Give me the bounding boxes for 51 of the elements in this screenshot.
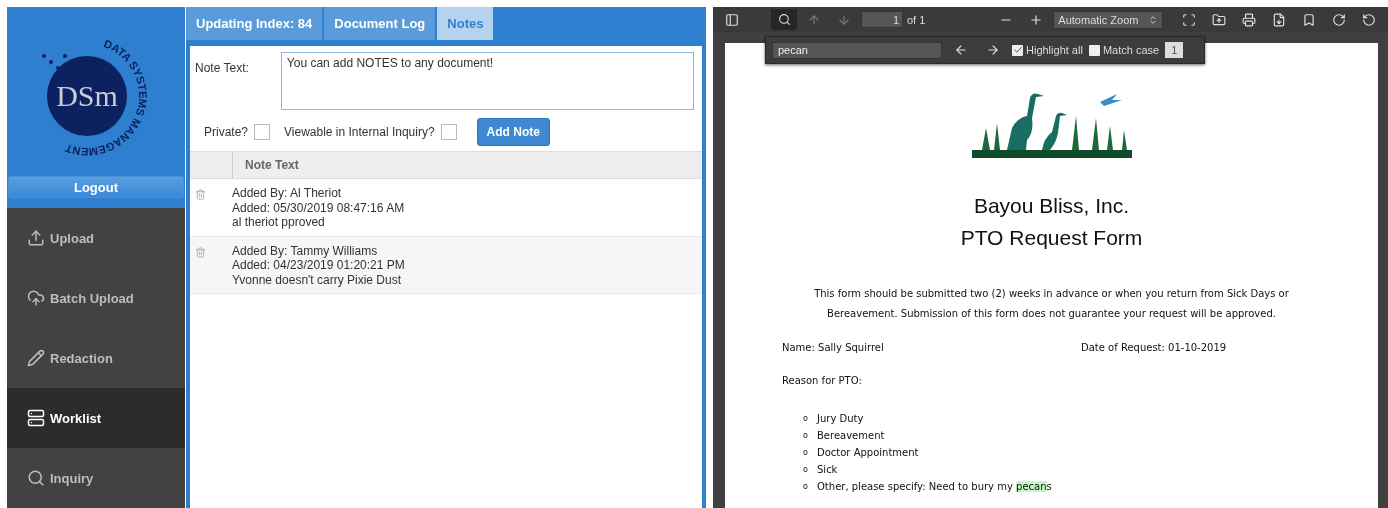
find-field[interactable]: pecan	[772, 41, 942, 59]
nav-item[interactable]: Inquiry	[7, 448, 185, 508]
document-text: Date of Request: 01-10-2019	[1081, 342, 1227, 353]
nav-item[interactable]: Batch Upload	[7, 268, 185, 328]
tab[interactable]: Notes	[437, 7, 494, 40]
checkbox-label: Match case	[1102, 44, 1160, 56]
table-cell: Added By: Tammy Williams Added: 04/23/2019 01:20:21 PM Yvonne doesn't carry Pixie Dust	[232, 243, 405, 287]
zoom-select[interactable]: Automatic Zoom	[1053, 10, 1164, 29]
upload-icon	[27, 229, 45, 247]
list-icon	[27, 409, 45, 427]
tab[interactable]: Updating Index: 84	[186, 7, 323, 40]
list-item: Doctor Appointment	[817, 446, 919, 460]
list-item: Sick	[817, 463, 838, 477]
list-bullet: o	[803, 464, 809, 476]
document-text: Name: Sally Squirrel	[782, 342, 885, 353]
list-bullet: o	[803, 413, 809, 425]
search-icon[interactable]	[771, 9, 797, 30]
tab[interactable]: Document Log	[324, 7, 436, 40]
match-count: 1	[1165, 42, 1184, 58]
checkbox[interactable]	[1012, 44, 1023, 56]
document-paragraph: This form should be submitted two (2) weeks in advance or when you return from Sick Days or Bereavement. Submission of this form does not guarantee your request will be approved.	[814, 287, 1289, 321]
checkbox-label: Viewable in Internal Inquiry?	[284, 125, 435, 139]
note-text-field[interactable]: You can add NOTES to any document!	[280, 52, 694, 110]
pencil-icon	[27, 349, 45, 367]
logout-button[interactable]: Logout	[8, 176, 184, 198]
nav-item[interactable]: Redaction	[7, 328, 185, 388]
document-title: Bayou Bliss, Inc.	[973, 193, 1130, 219]
list-item: Bereavement	[817, 429, 885, 443]
chevron-icon	[1148, 14, 1159, 25]
list-bullet: o	[803, 430, 809, 442]
search-icon	[27, 469, 45, 487]
nav-item[interactable]: Upload	[7, 208, 185, 268]
checkbox-label: Private?	[204, 125, 249, 139]
checkbox[interactable]	[1088, 44, 1100, 56]
document-text: Reason for PTO:	[782, 375, 862, 386]
page-number-field[interactable]: 1	[861, 11, 903, 28]
checkbox-label: Highlight all	[1026, 44, 1083, 56]
list-item: Jury Duty	[817, 412, 864, 426]
list-bullet: o	[803, 447, 809, 459]
cloud-upload-icon	[27, 289, 45, 307]
add-note-button[interactable]: Add Note	[476, 118, 550, 146]
list-item: Other, please specify: Need to bury my pecans	[817, 480, 1052, 494]
checkbox[interactable]	[440, 124, 457, 140]
document-title: PTO Request Form	[960, 225, 1143, 251]
checkbox[interactable]	[254, 124, 271, 140]
list-bullet: o	[803, 481, 809, 493]
page-count: of 1	[907, 13, 926, 26]
field-label: Note Text:	[195, 60, 249, 77]
nav-item[interactable]: Worklist	[7, 388, 185, 448]
table-cell: Added By: Al Theriot Added: 05/30/2019 08:47:16 AM al theriot pproved	[232, 186, 405, 230]
column-header: Note Text	[232, 152, 702, 178]
